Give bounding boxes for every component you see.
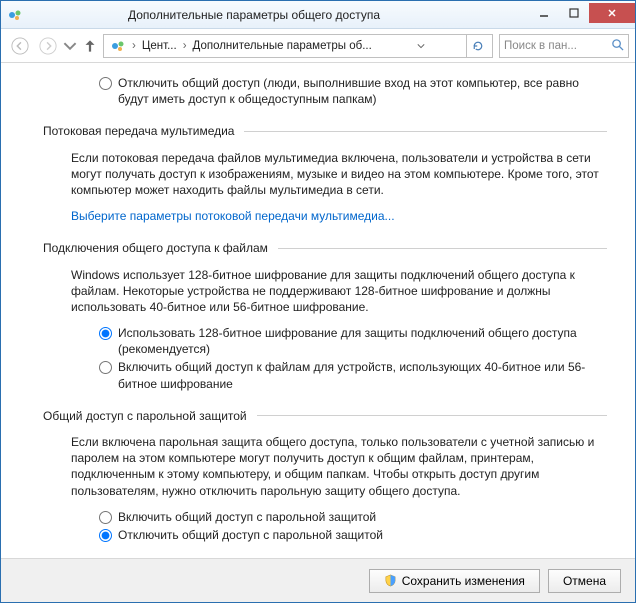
section-heading: Общий доступ с парольной защитой (43, 408, 247, 424)
window: Дополнительные параметры общего доступа … (0, 0, 636, 603)
titlebar: Дополнительные параметры общего доступа (1, 1, 635, 29)
search-placeholder: Поиск в пан... (504, 40, 611, 52)
password-description: Если включена парольная защита общего до… (43, 434, 607, 499)
streaming-description: Если потоковая передача файлов мультимед… (43, 150, 607, 199)
close-button[interactable] (589, 3, 635, 23)
password-option-on[interactable]: Включить общий доступ с парольной защито… (43, 509, 607, 525)
radio-label: Отключить общий доступ с парольной защит… (118, 527, 383, 543)
public-folder-option-disable[interactable]: Отключить общий доступ (люди, выполнивши… (43, 75, 607, 107)
search-input[interactable]: Поиск в пан... (499, 34, 629, 58)
content-area[interactable]: Отключить общий доступ (люди, выполнивши… (1, 63, 635, 558)
back-button[interactable] (7, 33, 33, 59)
radio-public-disable[interactable] (99, 77, 112, 90)
radio-enc-40[interactable] (99, 361, 112, 374)
chevron-icon[interactable]: › (130, 40, 138, 52)
section-encryption: Подключения общего доступа к файлам (43, 240, 607, 256)
up-button[interactable] (79, 33, 101, 59)
refresh-button[interactable] (466, 35, 490, 57)
forward-button[interactable] (35, 33, 61, 59)
breadcrumb-seg-2[interactable]: Дополнительные параметры об... (189, 40, 376, 52)
window-buttons (529, 7, 635, 23)
recent-dropdown[interactable] (63, 33, 77, 59)
cancel-button[interactable]: Отмена (548, 569, 621, 593)
password-option-off[interactable]: Отключить общий доступ с парольной защит… (43, 527, 607, 543)
section-heading: Потоковая передача мультимедиа (43, 123, 234, 139)
chevron-icon[interactable]: › (181, 40, 189, 52)
radio-enc-128[interactable] (99, 327, 112, 340)
footer: Сохранить изменения Отмена (1, 558, 635, 602)
breadcrumb-seg-1[interactable]: Цент... (138, 40, 181, 52)
encryption-option-128[interactable]: Использовать 128-битное шифрование для з… (43, 325, 607, 357)
search-icon[interactable] (611, 38, 624, 54)
radio-pw-on[interactable] (99, 511, 112, 524)
radio-label: Отключить общий доступ (люди, выполнивши… (118, 75, 607, 107)
encryption-option-40-56[interactable]: Включить общий доступ к файлам для устро… (43, 359, 607, 391)
section-streaming: Потоковая передача мультимедиа (43, 123, 607, 139)
window-title: Дополнительные параметры общего доступа (0, 8, 529, 22)
encryption-description: Windows использует 128-битное шифрование… (43, 267, 607, 316)
breadcrumb[interactable]: › Цент... › Дополнительные параметры об.… (103, 34, 493, 58)
radio-pw-off[interactable] (99, 529, 112, 542)
radio-label: Включить общий доступ с парольной защито… (118, 509, 376, 525)
divider (278, 248, 607, 249)
divider (257, 415, 607, 416)
save-button-label: Сохранить изменения (402, 574, 525, 588)
minimize-button[interactable] (529, 3, 559, 23)
navbar: › Цент... › Дополнительные параметры об.… (1, 29, 635, 63)
cancel-button-label: Отмена (563, 574, 606, 588)
radio-label: Использовать 128-битное шифрование для з… (118, 325, 607, 357)
breadcrumb-dropdown[interactable] (412, 42, 430, 50)
streaming-settings-link[interactable]: Выберите параметры потоковой передачи му… (43, 208, 607, 224)
shield-icon (384, 574, 397, 587)
section-heading: Подключения общего доступа к файлам (43, 240, 268, 256)
divider (244, 131, 607, 132)
radio-label: Включить общий доступ к файлам для устро… (118, 359, 607, 391)
location-icon (110, 38, 126, 54)
save-button[interactable]: Сохранить изменения (369, 569, 540, 593)
maximize-button[interactable] (559, 3, 589, 23)
section-password: Общий доступ с парольной защитой (43, 408, 607, 424)
